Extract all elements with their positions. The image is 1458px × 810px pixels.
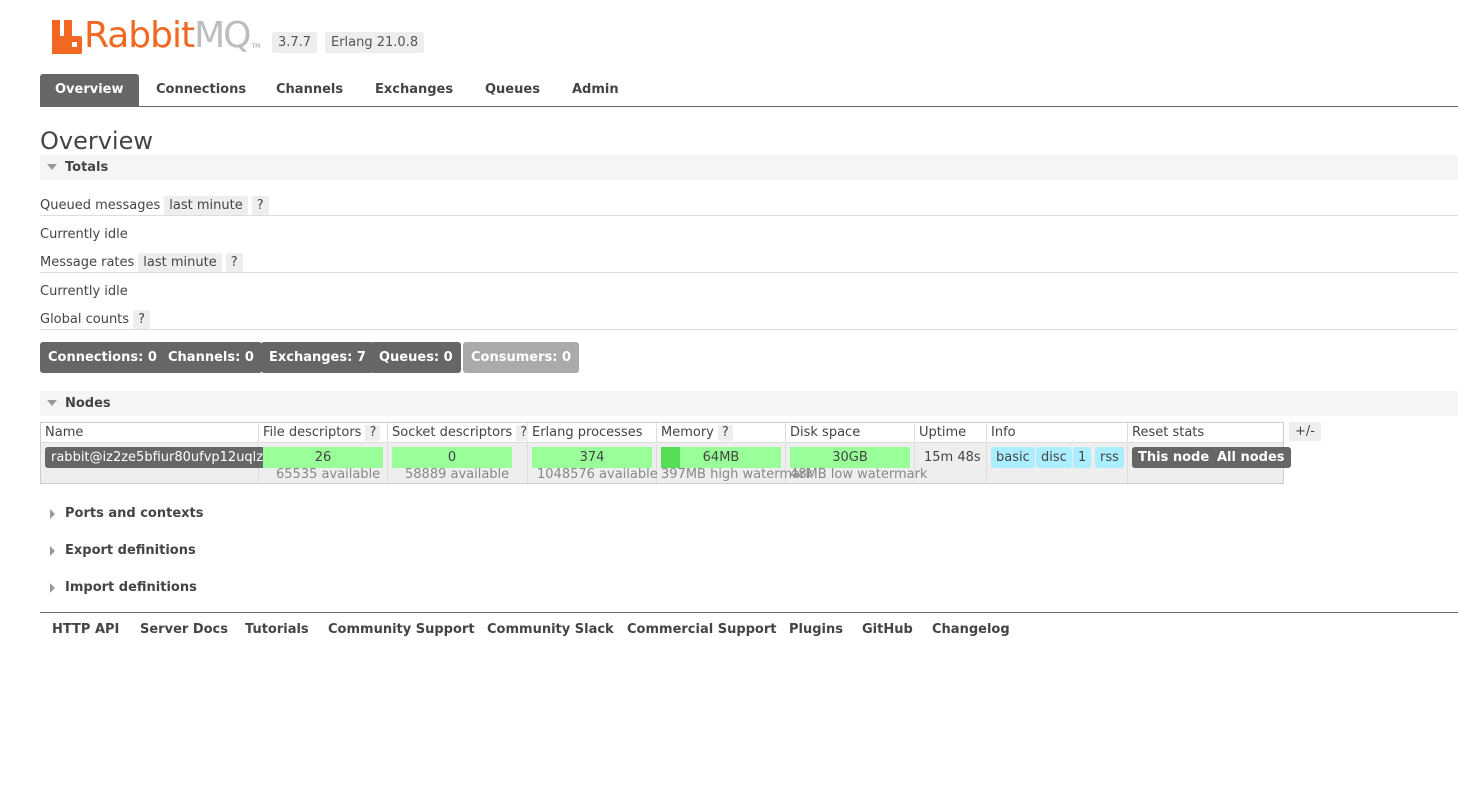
memory-bar: 64MB [661,447,781,468]
table-cell-erlang-processes: 374 1048576 available [528,444,658,484]
disk-space-bar: 30GB [790,447,910,468]
memory-bar-fill [661,447,681,468]
column-header-socket-descriptors: Socket descriptors? [388,423,532,443]
logo-wordmark: RabbitMQ [84,15,252,56]
rates-range-select[interactable]: last minute [138,253,222,272]
nodes-header: Nodes [65,396,111,411]
tab-connections[interactable]: Connections [156,74,246,106]
divider [40,329,1458,330]
main-tabs: Overview Connections Channels Exchanges … [40,74,1458,107]
totals-section-toggle[interactable]: Totals [40,155,1458,180]
reset-this-node-button[interactable]: This node [1132,447,1216,468]
erlang-processes-available: 1048576 available [537,467,658,482]
collapsed-triangle-icon [50,583,55,593]
file-descriptors-bar: 26 [263,447,383,468]
consumers-count-button[interactable]: Consumers: 0 [463,342,580,373]
global-help-button[interactable]: ? [133,310,150,329]
table-cell-disk-space: 30GB 48MB low watermark [786,444,927,484]
column-header-disk-space: Disk space [786,423,915,443]
connections-count-button[interactable]: Connections: 0 [40,342,165,373]
expanded-triangle-icon [47,400,57,406]
column-header-erlang-processes: Erlang processes [528,423,657,443]
footer-link-community-slack[interactable]: Community Slack [487,621,614,639]
table-cell-info: basic disc 1 rss [987,444,1128,484]
queued-status: Currently idle [40,227,128,242]
info-badge-basic: basic [991,447,1035,468]
global-counts-label: Global counts [40,311,130,327]
erlang-version-badge: Erlang 21.0.8 [325,32,425,53]
info-badge-rss: rss [1095,447,1124,468]
queued-messages-label: Queued messages [40,197,161,213]
channels-count-button[interactable]: Channels: 0 [160,342,262,373]
table-cell-socket-descriptors: 0 58889 available [388,444,528,484]
rabbitmq-logo[interactable]: RabbitMQ TM [52,14,260,54]
message-rates-row: Message rates last minute ? [40,253,243,272]
message-rates-label: Message rates [40,254,135,270]
tab-overview[interactable]: Overview [40,74,139,106]
column-header-memory: Memory? [657,423,786,443]
logo-trademark: TM [251,43,261,50]
tab-admin[interactable]: Admin [572,74,619,106]
totals-header: Totals [65,160,109,175]
column-header-info: Info [987,423,1128,443]
footer-link-tutorials[interactable]: Tutorials [245,621,309,639]
version-badge: 3.7.7 [272,32,318,53]
page-title: Overview [40,127,153,155]
queued-messages-row: Queued messages last minute ? [40,196,269,215]
column-header-reset-stats: Reset stats [1128,423,1283,443]
file-descriptors-available: 65535 available [276,467,381,482]
footer-link-http-api[interactable]: HTTP API [52,621,119,639]
erlang-processes-bar: 374 [532,447,652,468]
footer-link-github[interactable]: GitHub [862,621,913,639]
disk-watermark: 48MB low watermark [790,467,928,482]
tab-exchanges[interactable]: Exchanges [375,74,453,106]
queued-range-select[interactable]: last minute [164,196,248,215]
global-counts-row: Global counts ? [40,310,150,329]
table-cell-reset-stats: This node All nodes [1128,444,1291,484]
file-descriptors-help-button[interactable]: ? [365,425,381,441]
footer-link-commercial-support[interactable]: Commercial Support [627,621,777,639]
memory-help-button[interactable]: ? [717,425,733,441]
footer-divider [40,612,1458,613]
uptime-value: 15m 48s [924,450,981,465]
divider [40,272,1458,273]
nodes-section-toggle[interactable]: Nodes [40,391,1458,416]
reset-all-nodes-button[interactable]: All nodes [1211,447,1291,468]
collapsed-triangle-icon [50,509,55,519]
footer-link-plugins[interactable]: Plugins [789,621,843,639]
table-cell-memory: 64MB 397MB high watermark [657,444,813,484]
toggle-columns-button[interactable]: +/- [1289,422,1321,441]
footer-link-server-docs[interactable]: Server Docs [140,621,228,639]
rates-status: Currently idle [40,284,128,299]
rabbitmq-logo-icon [52,20,82,54]
footer-link-community-support[interactable]: Community Support [328,621,475,639]
table-cell-uptime: 15m 48s [915,444,987,484]
node-name-link[interactable]: rabbit@iz2ze5bfiur80ufvp12uqlz [45,447,270,468]
import-definitions-toggle[interactable]: Import definitions [40,578,240,598]
socket-descriptors-available: 58889 available [405,467,510,482]
collapsed-triangle-icon [50,546,55,556]
column-header-name: Name [41,423,259,443]
divider [40,215,1458,216]
rates-help-button[interactable]: ? [225,253,243,272]
nodes-table: Name File descriptors? Socket descriptor… [40,422,1291,484]
tab-channels[interactable]: Channels [276,74,343,106]
queues-count-button[interactable]: Queues: 0 [371,342,461,373]
expanded-triangle-icon [47,164,57,170]
info-badge-count: 1 [1073,447,1092,468]
exchanges-count-button[interactable]: Exchanges: 7 [261,342,374,373]
column-header-file-descriptors: File descriptors? [259,423,388,443]
ports-and-contexts-toggle[interactable]: Ports and contexts [40,504,240,524]
info-badge-disc: disc [1036,447,1072,468]
table-cell-file-descriptors: 26 65535 available [259,444,388,484]
tab-queues[interactable]: Queues [485,74,540,106]
export-definitions-toggle[interactable]: Export definitions [40,541,240,561]
column-header-uptime: Uptime [915,423,987,443]
table-cell-name: rabbit@iz2ze5bfiur80ufvp12uqlz [41,444,270,484]
queued-help-button[interactable]: ? [251,196,269,215]
socket-descriptors-bar: 0 [392,447,512,468]
footer-link-changelog[interactable]: Changelog [932,621,1010,639]
